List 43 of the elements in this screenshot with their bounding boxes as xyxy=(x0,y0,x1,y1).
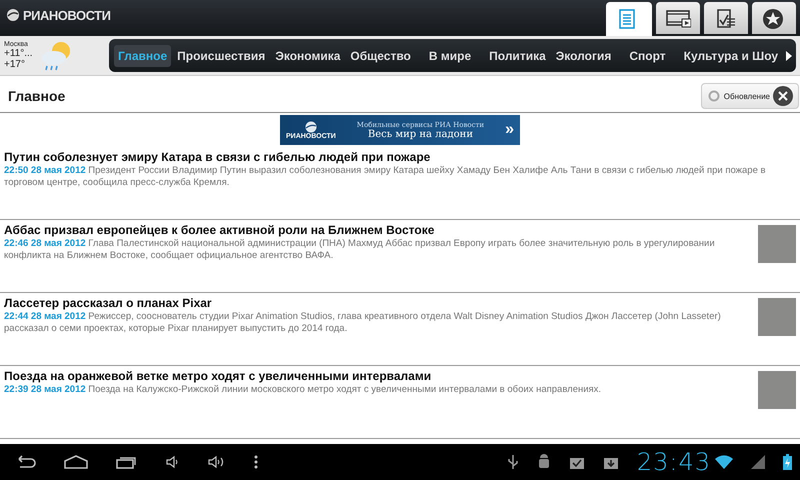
category-tab[interactable]: Культура и Шоу xyxy=(680,44,782,66)
temperature: +11°... xyxy=(4,48,33,59)
news-summary: 22:46 28 мая 2012 Глава Палестинской национальной администрации (ПНА) Махмуд Аббас призвал Европу играть более значительную роль в урегулировании конфликта на Ближнем Востоке, сообщает официальное агентство ВАФА. xyxy=(4,238,716,262)
battery-icon xyxy=(783,454,792,470)
usb-icon xyxy=(506,454,519,470)
android-icon xyxy=(536,454,551,470)
menu-icon[interactable] xyxy=(254,455,258,469)
clock: 23:43 xyxy=(636,448,711,476)
wifi-icon xyxy=(715,455,733,469)
globe-icon xyxy=(6,8,20,22)
recent-apps-icon[interactable] xyxy=(116,455,138,469)
category-tab[interactable]: Экология xyxy=(552,44,616,66)
temperature: +17° xyxy=(4,59,26,70)
category-tab[interactable]: Происшествия xyxy=(173,44,270,66)
tab[interactable] xyxy=(752,2,796,34)
category-tab[interactable]: Главное xyxy=(114,44,172,66)
tab[interactable] xyxy=(704,2,748,34)
banner-headline: Весь мир на ладони xyxy=(366,128,474,140)
globe-icon xyxy=(304,120,317,132)
category-tab[interactable]: Экономика xyxy=(271,44,344,66)
news-summary: 22:44 28 мая 2012 Режиссер, сооснователь студии Pixar Animation Studios, глава креативного отдела Walt Disney Animation Studios Джон Лассетер (John Lasseter) рассказал о семи проектах, которые Pixar планирует выпустить до 2014 года. xyxy=(4,311,722,335)
news-headline[interactable]: Путин соболезнует эмиру Катара в связи с гибелью людей при пожаре xyxy=(4,150,796,165)
volume-up-icon[interactable] xyxy=(208,455,226,469)
banner-arrow: » xyxy=(505,121,514,139)
category-tab[interactable]: Политика xyxy=(485,44,550,66)
news-summary: 22:50 28 мая 2012 Президент России Владимир Путин выразил соболезнования эмиру Катара шейху Хамаду Бен Халифе Аль Тани в связи с гибелью людей при пожаре в торговом центре, сообщила пресс-служба Кремля. xyxy=(4,165,767,189)
caret-right-icon[interactable] xyxy=(786,50,792,60)
home-icon[interactable] xyxy=(64,455,88,469)
tab[interactable] xyxy=(656,2,700,34)
news-headline[interactable]: Поезда на оранжевой ветке метро ходят с увеличенными интервалами xyxy=(4,369,752,384)
section-title: Главное xyxy=(8,88,66,104)
film-icon xyxy=(665,7,691,29)
category-tab[interactable]: Общество xyxy=(346,44,415,66)
news-headline[interactable]: Лассетер рассказал о планах Pixar xyxy=(4,296,752,311)
news-summary: 22:39 28 мая 2012 Поезда на Калужско-Рижской линии московского метро ходят с увеличенными интервалами в обоих направлениях. xyxy=(4,384,602,396)
spinner-icon xyxy=(708,90,720,102)
logo-text: РИАНОВОСТИ xyxy=(23,8,110,22)
close-icon[interactable] xyxy=(773,86,793,106)
news-headline[interactable]: Аббас призвал европейцев к более активной роли на Ближнем Востоке xyxy=(4,223,752,238)
volume-down-icon[interactable] xyxy=(166,455,180,469)
category-tab[interactable]: В мире xyxy=(416,44,484,66)
signal-icon xyxy=(751,455,765,469)
category-tab[interactable]: Спорт xyxy=(617,44,678,66)
